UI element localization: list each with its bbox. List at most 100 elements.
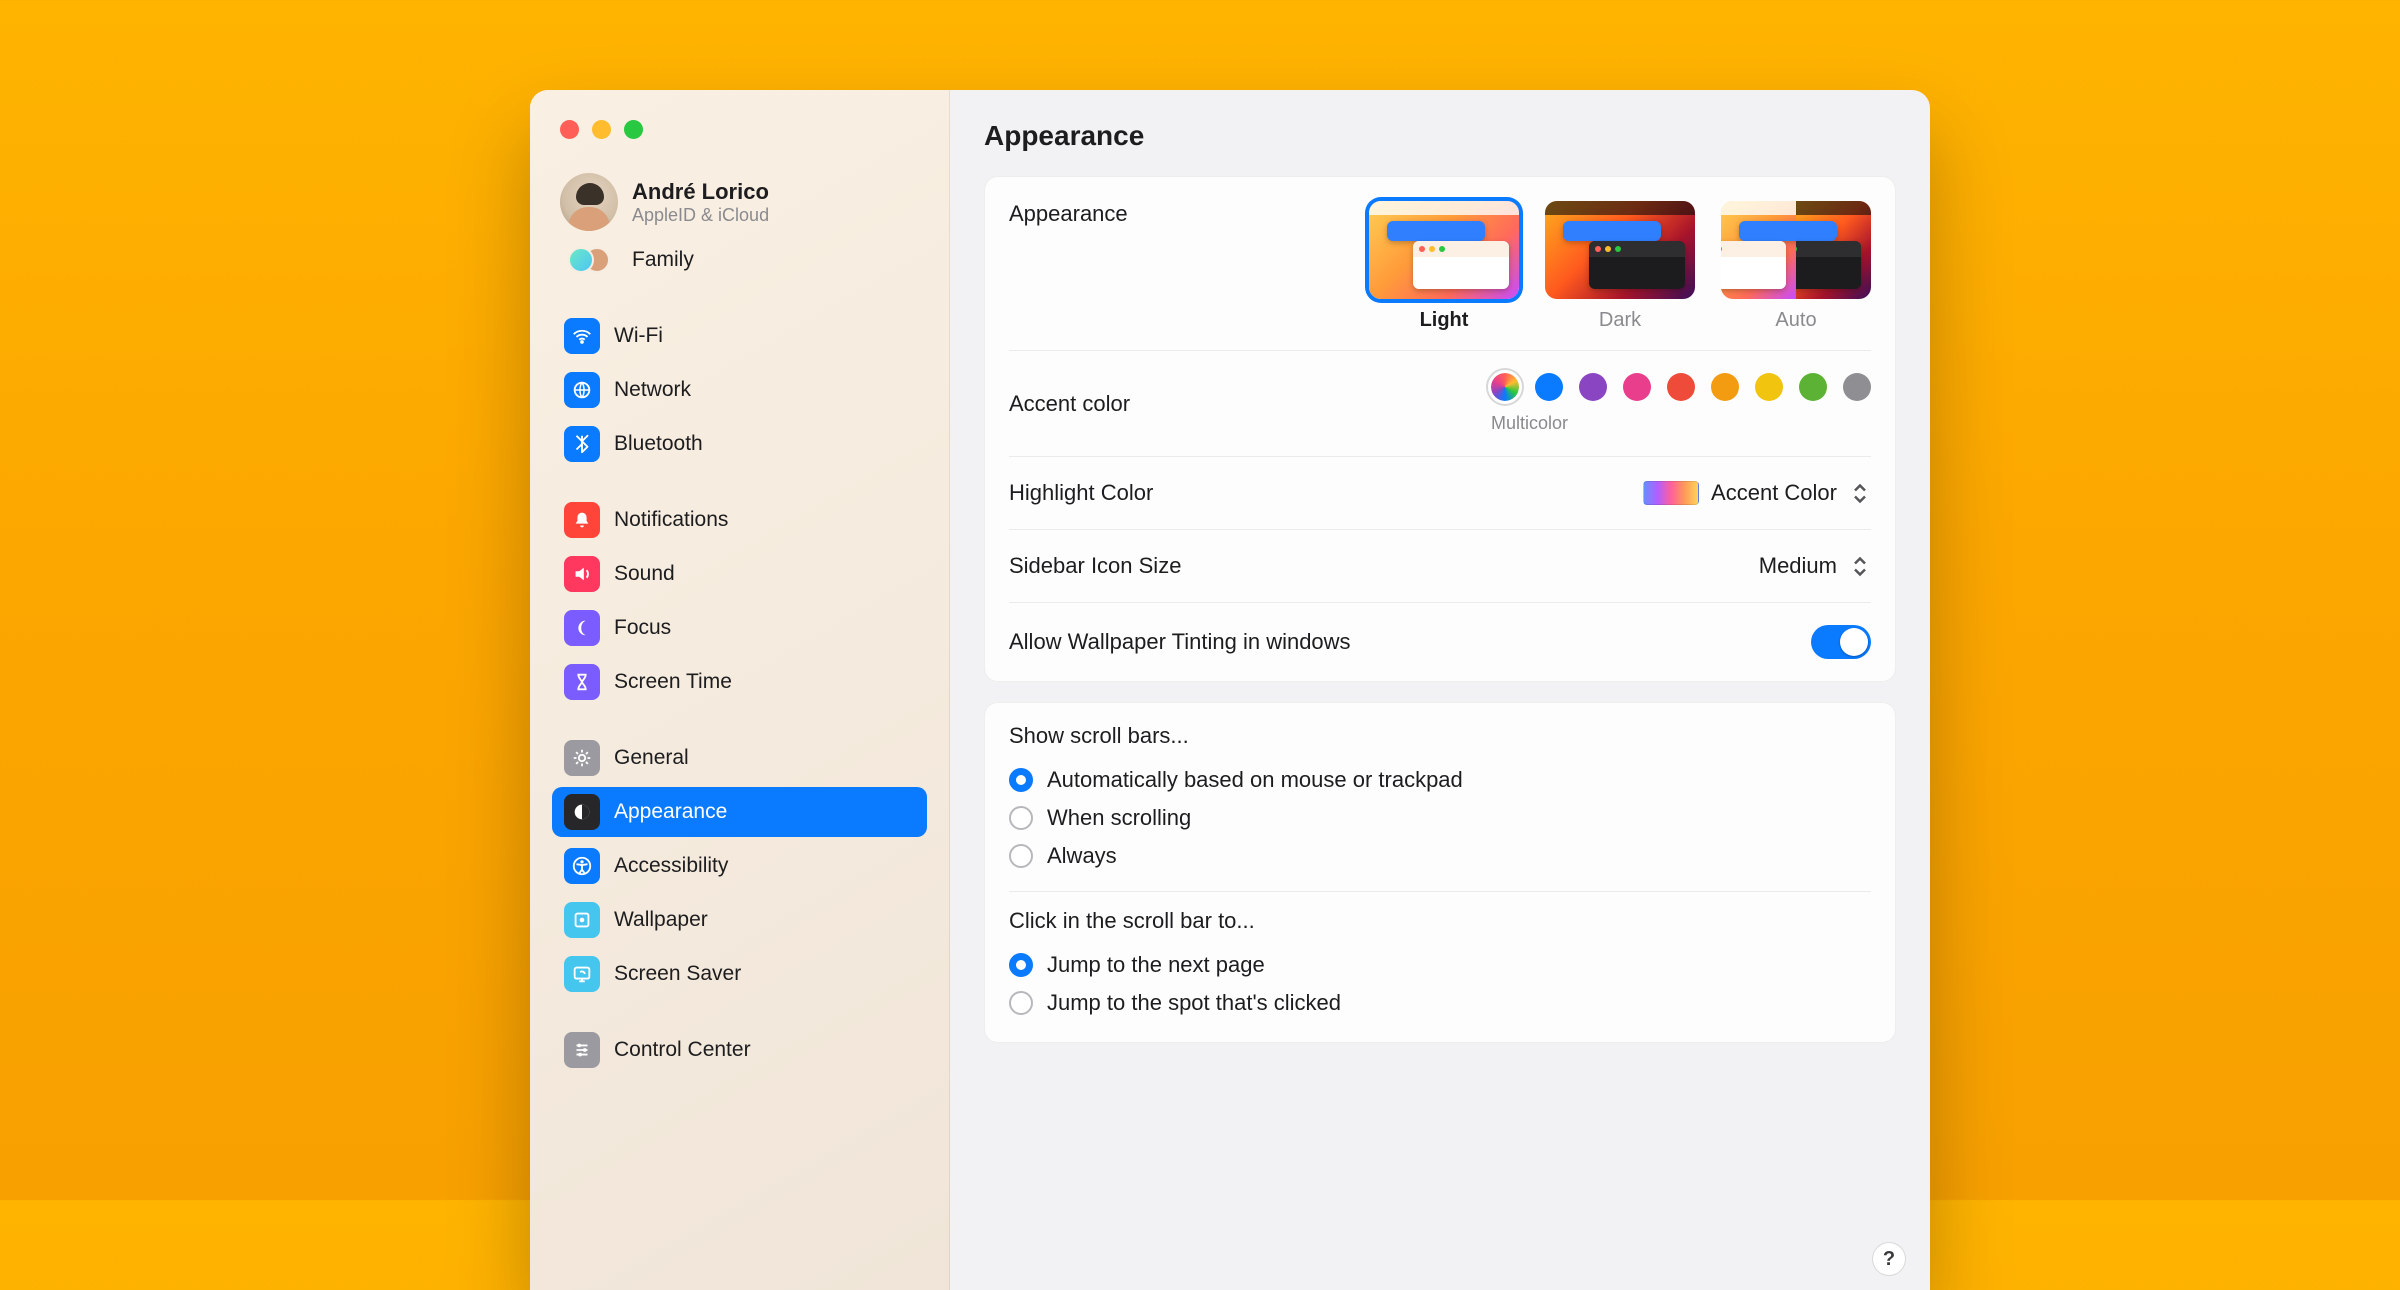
accent-swatch-8[interactable] — [1843, 373, 1871, 401]
help-button[interactable]: ? — [1872, 1242, 1906, 1276]
radio-option[interactable]: Jump to the next page — [1009, 946, 1871, 984]
highlight-select[interactable]: Accent Color — [1643, 479, 1871, 507]
accent-swatch-0[interactable] — [1491, 373, 1519, 401]
radio-icon — [1009, 806, 1033, 830]
sidebar-item-label: Accessibility — [614, 854, 728, 878]
appearance-caption: Dark — [1599, 309, 1641, 332]
sidebar-size-value: Medium — [1759, 553, 1837, 579]
accent-swatch-1[interactable] — [1535, 373, 1563, 401]
sidebar-item-label: Control Center — [614, 1038, 751, 1062]
sidebar-item-screen-time[interactable]: Screen Time — [552, 657, 927, 707]
scroll-bars-title: Show scroll bars... — [1009, 723, 1871, 749]
radio-label: Jump to the spot that's clicked — [1047, 990, 1341, 1016]
sidebar-item-focus[interactable]: Focus — [552, 603, 927, 653]
sidebar-item-label: Screen Saver — [614, 962, 741, 986]
radio-label: Jump to the next page — [1047, 952, 1265, 978]
tinting-toggle[interactable] — [1811, 625, 1871, 659]
accent-swatch-7[interactable] — [1799, 373, 1827, 401]
sidebar-item-appearance[interactable]: Appearance — [552, 787, 927, 837]
sidebar-item-label: Bluetooth — [614, 432, 703, 456]
chevrons-icon — [1849, 552, 1871, 580]
radio-label: Automatically based on mouse or trackpad — [1047, 767, 1463, 793]
sidebar: André Lorico AppleID & iCloud Family Wi-… — [530, 90, 950, 1290]
appearance-panel: Appearance Light Dark Auto Accent color Mu… — [984, 176, 1896, 682]
page-title: Appearance — [984, 120, 1896, 152]
appearance-label: Appearance — [1009, 201, 1128, 227]
sidebar-item-label: Appearance — [614, 800, 727, 824]
appearance-options: Light Dark Auto — [1369, 201, 1871, 332]
profile-sub: AppleID & iCloud — [632, 205, 769, 226]
radio-icon — [1009, 953, 1033, 977]
radio-icon — [1009, 768, 1033, 792]
sidebar-item-profile[interactable]: André Lorico AppleID & iCloud — [552, 169, 927, 235]
sidebar-item-wallpaper[interactable]: Wallpaper — [552, 895, 927, 945]
accent-swatches — [1491, 373, 1871, 401]
radio-option[interactable]: Always — [1009, 837, 1871, 875]
sidebar-item-label: Sound — [614, 562, 675, 586]
moon-icon — [564, 610, 600, 646]
globe-icon — [564, 372, 600, 408]
sidebar-item-label: Wallpaper — [614, 908, 708, 932]
hourglass-icon — [564, 664, 600, 700]
sidebar-size-select[interactable]: Medium — [1759, 552, 1871, 580]
sidebar-item-notifications[interactable]: Notifications — [552, 495, 927, 545]
accent-label: Accent color — [1009, 391, 1130, 417]
wallpaper-icon — [564, 902, 600, 938]
sidebar-item-label: Focus — [614, 616, 671, 640]
family-icon — [560, 247, 618, 273]
scroll-panel: Show scroll bars... Automatically based … — [984, 702, 1896, 1043]
appearance-caption: Light — [1420, 309, 1469, 332]
bell-icon — [564, 502, 600, 538]
minimize-button[interactable] — [592, 120, 611, 139]
appearance-caption: Auto — [1775, 309, 1816, 332]
sidebar-item-label: General — [614, 746, 689, 770]
avatar — [560, 173, 618, 231]
accent-swatch-5[interactable] — [1711, 373, 1739, 401]
accessibility-icon — [564, 848, 600, 884]
sidebar-item-label: Network — [614, 378, 691, 402]
radio-icon — [1009, 991, 1033, 1015]
accent-swatch-6[interactable] — [1755, 373, 1783, 401]
sidebar-item-family[interactable]: Family — [552, 241, 927, 289]
appearance-thumb-dark — [1545, 201, 1695, 299]
settings-window: André Lorico AppleID & iCloud Family Wi-… — [530, 90, 1930, 1290]
appearance-thumb-light — [1369, 201, 1519, 299]
sidebar-item-label: Screen Time — [614, 670, 732, 694]
sidebar-item-bluetooth[interactable]: Bluetooth — [552, 419, 927, 469]
sidebar-size-label: Sidebar Icon Size — [1009, 553, 1181, 579]
sidebar-item-general[interactable]: General — [552, 733, 927, 783]
accent-swatch-2[interactable] — [1579, 373, 1607, 401]
sidebar-item-network[interactable]: Network — [552, 365, 927, 415]
accent-swatch-3[interactable] — [1623, 373, 1651, 401]
sidebar-item-wi-fi[interactable]: Wi-Fi — [552, 311, 927, 361]
close-button[interactable] — [560, 120, 579, 139]
sidebar-item-sound[interactable]: Sound — [552, 549, 927, 599]
sidebar-item-screen-saver[interactable]: Screen Saver — [552, 949, 927, 999]
gear-icon — [564, 740, 600, 776]
sidebar-item-label: Wi-Fi — [614, 324, 663, 348]
accent-swatch-4[interactable] — [1667, 373, 1695, 401]
radio-label: Always — [1047, 843, 1117, 869]
appearance-option-dark[interactable]: Dark — [1545, 201, 1695, 332]
main-pane: Appearance Appearance Light Dark Auto Acce… — [950, 90, 1930, 1290]
appearance-option-auto[interactable]: Auto — [1721, 201, 1871, 332]
radio-icon — [1009, 844, 1033, 868]
accent-caption: Multicolor — [1491, 413, 1568, 434]
bluetooth-icon — [564, 426, 600, 462]
appearance-icon — [564, 794, 600, 830]
family-label: Family — [632, 248, 694, 272]
traffic-lights — [552, 120, 927, 139]
highlight-value: Accent Color — [1711, 480, 1837, 506]
zoom-button[interactable] — [624, 120, 643, 139]
radio-option[interactable]: When scrolling — [1009, 799, 1871, 837]
sidebar-item-accessibility[interactable]: Accessibility — [552, 841, 927, 891]
sliders-icon — [564, 1032, 600, 1068]
appearance-thumb-auto — [1721, 201, 1871, 299]
sidebar-item-control-center[interactable]: Control Center — [552, 1025, 927, 1075]
radio-option[interactable]: Automatically based on mouse or trackpad — [1009, 761, 1871, 799]
chevrons-icon — [1849, 479, 1871, 507]
appearance-option-light[interactable]: Light — [1369, 201, 1519, 332]
highlight-swatch-icon — [1643, 481, 1699, 505]
speaker-icon — [564, 556, 600, 592]
radio-option[interactable]: Jump to the spot that's clicked — [1009, 984, 1871, 1022]
